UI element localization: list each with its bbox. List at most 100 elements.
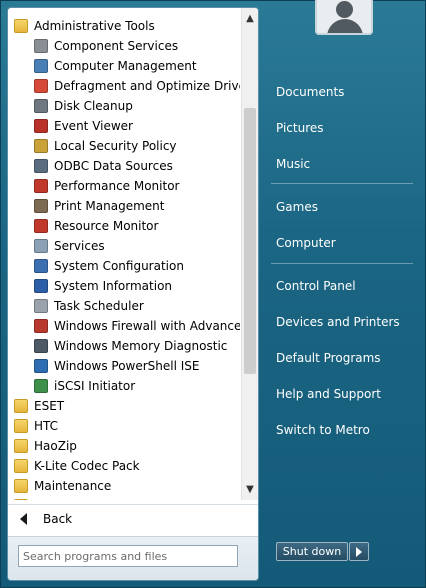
programs-list: Administrative Tools Component Services Co… <box>8 8 258 500</box>
back-arrow-icon <box>20 513 27 525</box>
program-label: HTC <box>34 419 59 433</box>
link-default-programs[interactable]: Default Programs <box>276 347 381 369</box>
resource-monitor-icon <box>34 219 48 233</box>
link-computer[interactable]: Computer <box>276 232 336 254</box>
shut-down-button[interactable]: Shut down <box>276 542 348 561</box>
program-item[interactable]: Windows PowerShell ISE <box>8 356 240 376</box>
program-label: Resource Monitor <box>54 219 159 233</box>
folder-icon <box>14 479 28 493</box>
program-label: Windows Memory Diagnostic <box>54 339 228 353</box>
program-label: Component Services <box>54 39 179 53</box>
program-label: Defragment and Optimize Drives <box>54 79 240 93</box>
program-item[interactable]: iSCSI Initiator <box>8 376 240 396</box>
back-label: Back <box>43 512 73 526</box>
program-label: NVIDIA Corporation <box>34 496 150 500</box>
folder-icon <box>14 419 28 433</box>
link-pictures[interactable]: Pictures <box>276 117 324 139</box>
program-item[interactable]: Disk Cleanup <box>8 96 240 116</box>
folder-icon <box>14 19 28 33</box>
disk-cleanup-icon <box>34 99 48 113</box>
program-item[interactable]: Performance Monitor <box>8 176 240 196</box>
program-label: System Configuration <box>54 259 184 273</box>
firewall-icon <box>34 319 48 333</box>
program-item[interactable]: Windows Firewall with Advanced S <box>8 316 240 336</box>
program-item[interactable]: HaoZip <box>8 436 240 456</box>
program-item[interactable]: HTC <box>8 416 240 436</box>
folder-icon <box>14 499 28 500</box>
task-scheduler-icon <box>34 299 48 313</box>
link-documents[interactable]: Documents <box>276 81 344 103</box>
program-item[interactable]: System Information <box>8 276 240 296</box>
program-item[interactable]: NVIDIA Corporation <box>8 496 240 500</box>
scroll-thumb[interactable] <box>244 108 256 374</box>
iscsi-icon <box>34 379 48 393</box>
program-label: Performance Monitor <box>54 179 180 193</box>
program-item[interactable]: Print Management <box>8 196 240 216</box>
program-label: Event Viewer <box>54 119 133 133</box>
link-control-panel[interactable]: Control Panel <box>276 275 356 297</box>
system-configuration-icon <box>34 259 48 273</box>
computer-management-icon <box>34 59 48 73</box>
program-label: Maintenance <box>34 479 112 493</box>
program-label: ODBC Data Sources <box>54 159 173 173</box>
services-icon <box>34 239 48 253</box>
search-input[interactable] <box>18 545 238 567</box>
program-items: Administrative Tools Component Services Co… <box>8 16 240 500</box>
program-label: Administrative Tools <box>34 19 155 33</box>
program-item[interactable]: Resource Monitor <box>8 216 240 236</box>
program-item[interactable]: K-Lite Codec Pack <box>8 456 240 476</box>
component-services-icon <box>34 39 48 53</box>
program-item[interactable]: ODBC Data Sources <box>8 156 240 176</box>
program-label: ESET <box>34 399 65 413</box>
program-item[interactable]: ESET <box>8 396 240 416</box>
link-games[interactable]: Games <box>276 196 318 218</box>
odbc-icon <box>34 159 48 173</box>
program-item[interactable]: Defragment and Optimize Drives <box>8 76 240 96</box>
link-switch-metro[interactable]: Switch to Metro <box>276 419 370 441</box>
program-label: Task Scheduler <box>54 299 144 313</box>
system-information-icon <box>34 279 48 293</box>
defragment-icon <box>34 79 48 93</box>
program-item[interactable]: Local Security Policy <box>8 136 240 156</box>
separator <box>271 183 413 184</box>
program-label: HaoZip <box>34 439 77 453</box>
avatar-head-icon <box>336 1 353 18</box>
link-help-support[interactable]: Help and Support <box>276 383 381 405</box>
avatar-body-icon <box>327 19 363 33</box>
shut-down-options-button[interactable] <box>349 542 369 561</box>
scroll-up-icon[interactable]: ▲ <box>242 10 258 27</box>
start-menu: Administrative Tools Component Services Co… <box>0 0 426 588</box>
user-avatar[interactable] <box>315 0 373 35</box>
program-label: System Information <box>54 279 173 293</box>
program-label: Services <box>54 239 105 253</box>
program-label: Disk Cleanup <box>54 99 133 113</box>
program-item[interactable]: Component Services <box>8 36 240 56</box>
print-management-icon <box>34 199 48 213</box>
arrow-right-icon <box>356 547 362 557</box>
folder-icon <box>14 439 28 453</box>
event-viewer-icon <box>34 119 48 133</box>
left-pane: Administrative Tools Component Services Co… <box>7 7 259 581</box>
link-devices-printers[interactable]: Devices and Printers <box>276 311 400 333</box>
program-item[interactable]: System Configuration <box>8 256 240 276</box>
program-item[interactable]: Computer Management <box>8 56 240 76</box>
link-music[interactable]: Music <box>276 153 310 175</box>
program-item[interactable]: Windows Memory Diagnostic <box>8 336 240 356</box>
back-button[interactable]: Back <box>8 504 258 534</box>
scroll-down-icon[interactable]: ▼ <box>242 481 258 498</box>
program-item[interactable]: Task Scheduler <box>8 296 240 316</box>
folder-icon <box>14 399 28 413</box>
program-item[interactable]: Administrative Tools <box>8 16 240 36</box>
program-label: Computer Management <box>54 59 197 73</box>
program-label: iSCSI Initiator <box>54 379 136 393</box>
program-item[interactable]: Maintenance <box>8 476 240 496</box>
security-policy-icon <box>34 139 48 153</box>
program-label: Windows Firewall with Advanced S <box>54 319 240 333</box>
program-label: Local Security Policy <box>54 139 177 153</box>
program-label: Print Management <box>54 199 165 213</box>
program-item[interactable]: Services <box>8 236 240 256</box>
program-item[interactable]: Event Viewer <box>8 116 240 136</box>
scrollbar[interactable]: ▲ ▼ <box>241 8 258 500</box>
search-area <box>8 536 258 580</box>
program-label: K-Lite Codec Pack <box>34 459 140 473</box>
